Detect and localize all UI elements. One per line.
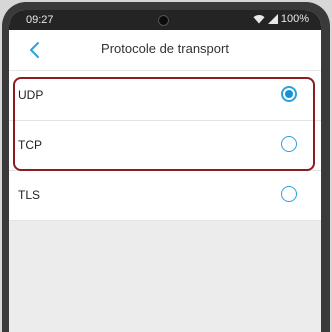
- signal-icon: [267, 14, 278, 24]
- status-bar: 09:27 100%: [9, 10, 321, 30]
- radio-button[interactable]: [281, 186, 297, 202]
- radio-button[interactable]: [281, 136, 297, 152]
- radio-button-selected[interactable]: [281, 86, 297, 102]
- option-label: TCP: [18, 138, 42, 152]
- battery-level: 100%: [280, 13, 309, 25]
- option-tls[interactable]: TLS: [9, 171, 321, 221]
- option-label: UDP: [18, 88, 44, 102]
- front-camera: [158, 15, 169, 26]
- wifi-icon: [253, 15, 265, 24]
- option-udp[interactable]: UDP: [9, 71, 321, 121]
- app-header: Protocole de transport: [9, 30, 321, 71]
- status-indicators: 100%: [253, 13, 309, 25]
- status-time: 09:27: [26, 14, 54, 26]
- phone-screen: 09:27 100% Protocole de transport UDP TC…: [9, 10, 321, 332]
- transport-protocol-list: UDP TCP TLS: [9, 71, 321, 221]
- option-label: TLS: [18, 188, 41, 202]
- page-title: Protocole de transport: [101, 41, 229, 56]
- option-tcp[interactable]: TCP: [9, 121, 321, 171]
